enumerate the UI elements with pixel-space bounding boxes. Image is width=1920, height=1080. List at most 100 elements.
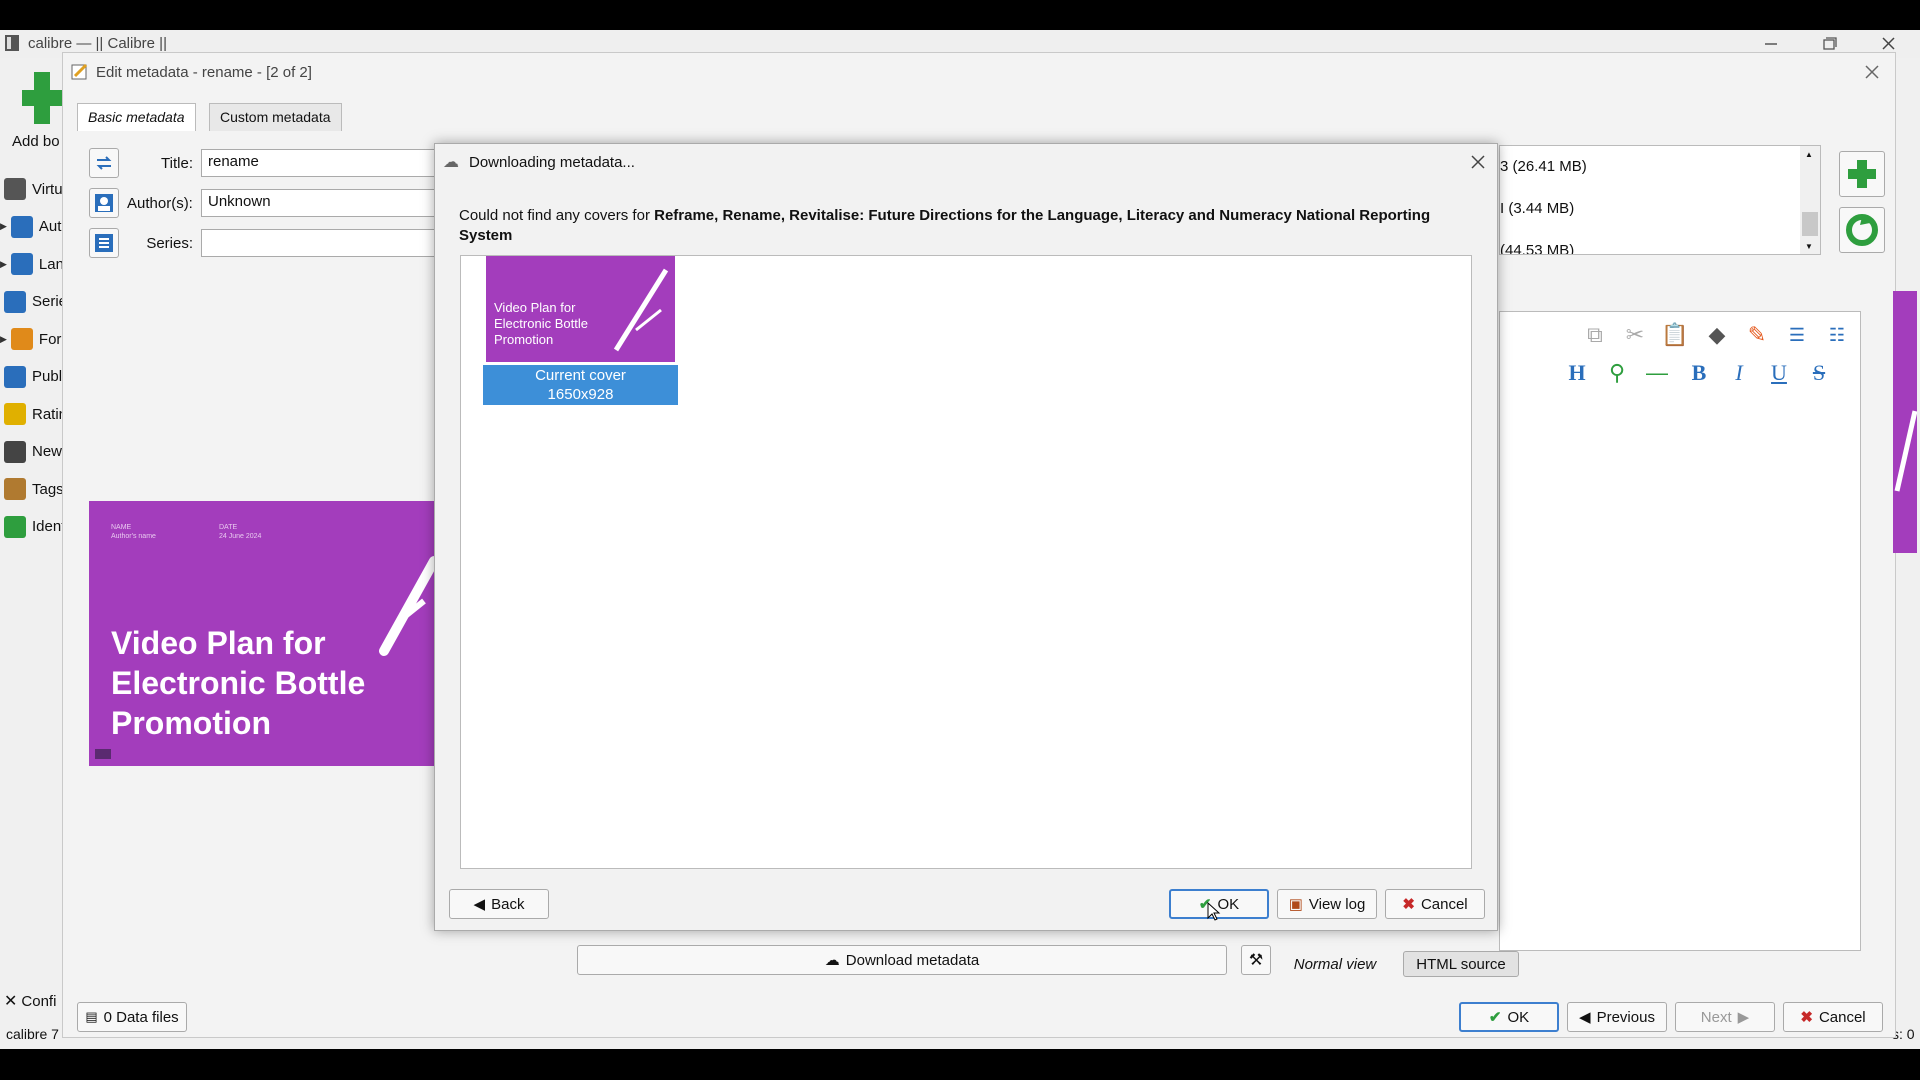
normal-view-tab[interactable]: Normal view [1289,951,1381,977]
download-metadata-button[interactable]: ☁ Download metadata [577,945,1227,975]
close-window-button[interactable] [1878,34,1900,54]
close-dialog-icon[interactable] [1863,63,1881,81]
strikethrough-icon[interactable]: S [1806,360,1832,386]
back-button[interactable]: ◀ Back [449,889,549,919]
rating-icon [4,403,26,425]
swap-title-author-button[interactable] [89,148,119,178]
format-item[interactable]: (44.53 MB) [1500,242,1574,254]
manage-authors-button[interactable] [89,188,119,218]
current-cover-caption[interactable]: Current cover 1650x928 [483,365,678,405]
close-icon[interactable] [1469,153,1487,171]
sidebar-item[interactable]: ▶ Authors [0,212,62,242]
ordered-list-icon[interactable]: ☰ [1784,322,1810,348]
sidebar-item[interactable]: News [0,437,62,467]
sidebar-item[interactable]: ▶ Languages [0,249,62,279]
tab-custom-metadata[interactable]: Custom metadata [209,103,342,131]
sidebar-item[interactable]: Identifiers [0,512,62,542]
ok-button[interactable]: ✔ OK [1459,1002,1559,1032]
restore-icon [1823,37,1837,50]
status-left: calibre 7 [6,1026,59,1042]
maximize-button[interactable] [1818,34,1840,54]
brush-stroke-decoration [613,268,669,352]
copy-icon[interactable]: ⧉ [1582,322,1608,348]
add-books-button[interactable] [22,68,62,124]
arrow-left-icon: ◀ [1579,1009,1591,1026]
sidebar-item[interactable]: Virtual library [0,174,62,204]
sidebar-item-label: Identifiers [32,518,62,535]
tags-icon [4,478,26,500]
formats-scrollbar[interactable]: ▲ ▼ [1800,146,1820,254]
format-item[interactable]: I (3.44 MB) [1500,200,1574,217]
text-color-icon[interactable]: ✎ [1744,322,1770,348]
list-icon [95,234,113,252]
cover-preview[interactable]: NAME Author's name DATE 24 June 2024 Video… [89,501,435,766]
series-label: Series: [146,235,193,252]
minimize-icon [1765,43,1777,45]
remove-format-button[interactable] [1839,207,1885,253]
download-dialog-title: Downloading metadata... [469,154,635,171]
comments-editor[interactable]: ⧉ ✂ 📋 ◆ ✎ ☰ ☷ H ⚲ — B I U S [1499,311,1861,951]
title-label: Title: [161,155,193,172]
heading-icon[interactable]: H [1564,360,1590,386]
title-input[interactable]: rename [201,149,437,177]
configure-button[interactable]: ✕ Confi [4,991,62,1011]
swap-icon [96,156,112,170]
insert-link-icon[interactable]: ⚲ [1604,360,1630,386]
next-button[interactable]: Next ▶ [1675,1002,1775,1032]
view-log-button[interactable]: ▣ View log [1277,889,1377,919]
format-item[interactable]: 3 (26.41 MB) [1500,158,1587,175]
background-color-icon[interactable]: ◆ [1704,322,1730,348]
horizontal-rule-icon[interactable]: — [1644,360,1670,386]
cut-icon[interactable]: ✂ [1622,322,1648,348]
authors-input[interactable]: Unknown [201,189,437,217]
log-icon: ▣ [1288,896,1303,913]
cover-logo [95,749,111,759]
expand-arrow-icon[interactable]: ▶ [0,259,7,270]
recycle-icon [1846,214,1878,246]
configure-download-button[interactable]: ⚒ [1241,945,1271,975]
paste-icon[interactable]: 📋 [1661,322,1688,348]
thumbnail-text: Video Plan for Electronic Bottle Promoti… [494,300,588,347]
sidebar-item[interactable]: Tags [0,474,62,504]
sidebar-item[interactable]: Rating [0,399,62,429]
languages-icon [10,253,33,275]
bold-icon[interactable]: B [1686,360,1712,386]
sidebar-item[interactable]: Publisher [0,362,62,392]
add-format-button[interactable] [1839,151,1885,197]
news-icon [4,440,26,463]
cloud-download-icon: ☁ [824,952,840,969]
formats-list[interactable]: 3 (26.41 MB) I (3.44 MB) (44.53 MB) ▲ ▼ [1499,145,1821,255]
expand-arrow-icon[interactable]: ▶ [0,221,7,232]
html-source-tab[interactable]: HTML source [1403,951,1519,977]
brush-stroke-decoration [379,556,435,656]
sidebar-item-label: Tags [32,480,62,498]
sidebar-item[interactable]: ▶ Formats [0,324,62,354]
expand-arrow-icon[interactable]: ▶ [0,334,7,345]
underline-icon[interactable]: U [1766,360,1792,386]
download-cancel-button[interactable]: ✖ Cancel [1385,889,1485,919]
mouse-cursor-icon [1207,902,1221,921]
series-input[interactable] [201,229,437,257]
add-icon [1848,160,1876,188]
scrollbar-thumb[interactable] [1802,212,1818,236]
italic-icon[interactable]: I [1726,360,1752,386]
cover-meta-right: DATE 24 June 2024 [219,524,262,540]
sidebar-item[interactable]: Series [0,287,62,317]
add-books-label: Add bo [12,133,60,150]
minimize-button[interactable] [1760,34,1782,54]
settings-tools-icon: ⚒ [1248,952,1264,969]
unordered-list-icon[interactable]: ☷ [1824,322,1850,348]
arrow-left-icon: ◀ [473,896,486,913]
previous-button[interactable]: ◀ Previous [1567,1002,1667,1032]
user-icon [95,194,113,212]
cover-edge-preview [1893,291,1917,553]
data-files-button[interactable]: ▤ 0 Data files [77,1002,187,1032]
cancel-button[interactable]: ✖ Cancel [1783,1002,1883,1032]
sidebar-item-label: Series [32,293,62,310]
cloud-download-icon: ☁ [443,154,459,171]
edit-icon [71,63,88,80]
current-cover-thumbnail[interactable]: Video Plan for Electronic Bottle Promoti… [486,256,675,362]
tab-basic-metadata[interactable]: Basic metadata [77,103,196,131]
manage-series-button[interactable] [89,228,119,258]
add-books-icon [22,72,62,124]
